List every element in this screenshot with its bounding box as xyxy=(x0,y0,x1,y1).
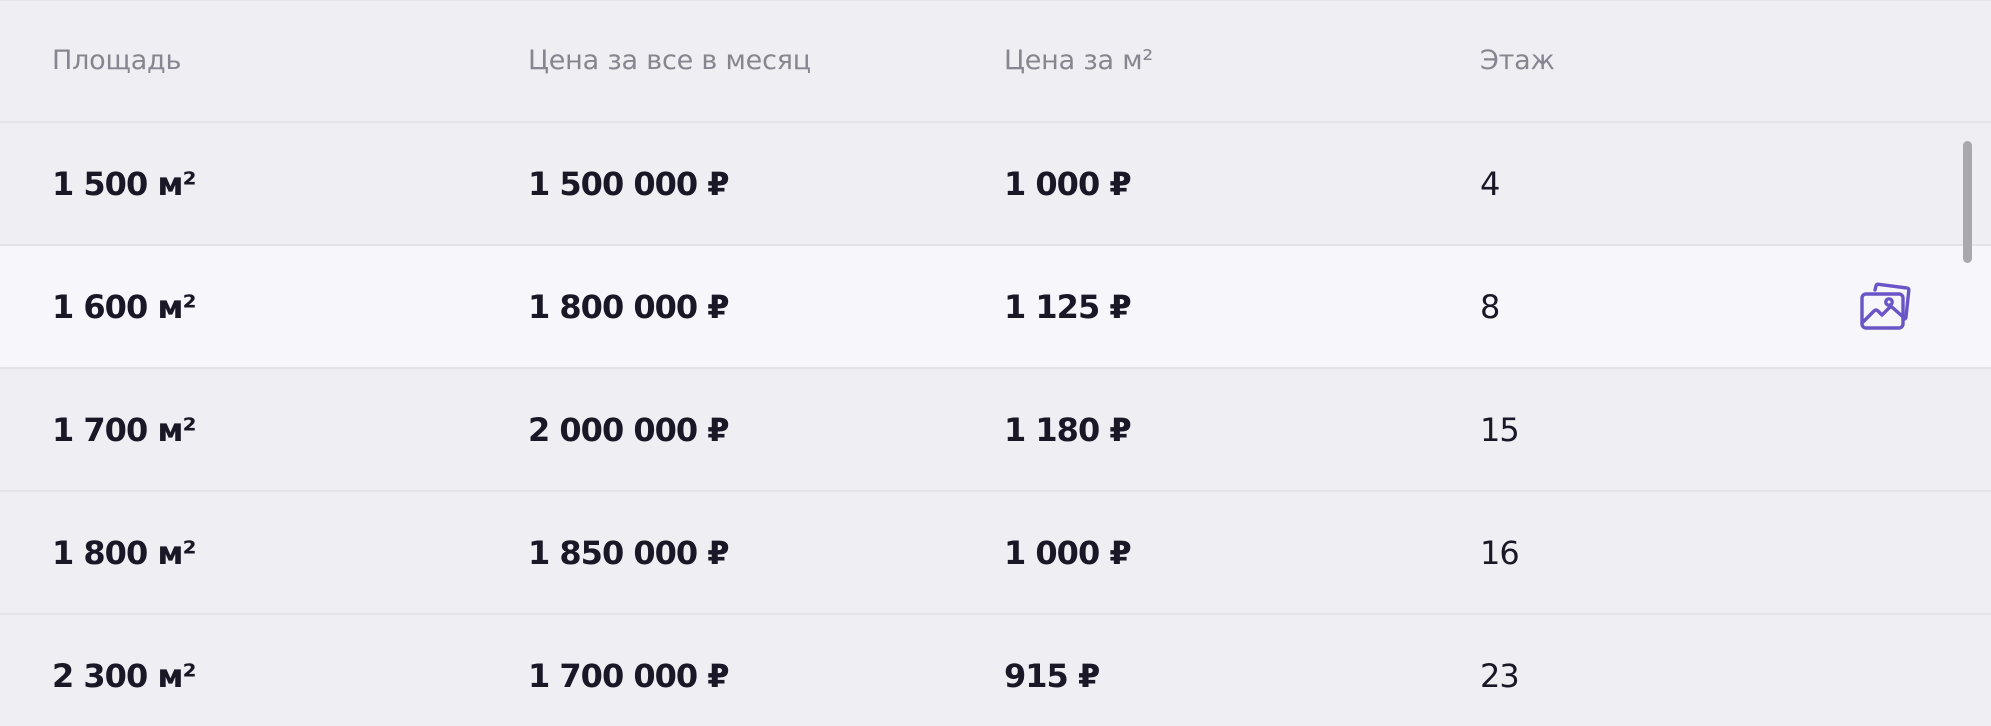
column-header-area[interactable]: Площадь xyxy=(52,45,181,76)
cell-price-month: 1 700 000 ₽ xyxy=(528,657,730,695)
offers-table: Площадь Цена за все в месяц Цена за м² Э… xyxy=(0,0,1991,726)
cell-price-m2: 1 000 ₽ xyxy=(1004,165,1132,203)
cell-area: 1 500 м² xyxy=(52,165,197,203)
vertical-scrollbar[interactable] xyxy=(1963,141,1972,263)
cell-price-m2: 1 125 ₽ xyxy=(1004,288,1132,326)
column-header-price-month[interactable]: Цена за все в месяц xyxy=(528,45,811,76)
cell-floor: 16 xyxy=(1480,534,1520,572)
table-row[interactable]: 1 700 м² 2 000 000 ₽ 1 180 ₽ 15 xyxy=(0,369,1991,492)
cell-price-month: 1 800 000 ₽ xyxy=(528,288,730,326)
photo-gallery-icon[interactable] xyxy=(1858,282,1914,332)
table-header: Площадь Цена за все в месяц Цена за м² Э… xyxy=(0,1,1991,123)
cell-area: 1 600 м² xyxy=(52,288,197,326)
cell-price-m2: 915 ₽ xyxy=(1004,657,1100,695)
cell-price-m2: 1 180 ₽ xyxy=(1004,411,1132,449)
cell-area: 1 700 м² xyxy=(52,411,197,449)
table-row[interactable]: 1 800 м² 1 850 000 ₽ 1 000 ₽ 16 xyxy=(0,492,1991,615)
cell-price-month: 1 500 000 ₽ xyxy=(528,165,730,203)
cell-area: 1 800 м² xyxy=(52,534,197,572)
column-header-floor[interactable]: Этаж xyxy=(1480,45,1555,76)
cell-floor: 15 xyxy=(1480,411,1520,449)
cell-area: 2 300 м² xyxy=(52,657,197,695)
table-row-hovered[interactable]: 1 600 м² 1 800 000 ₽ 1 125 ₽ 8 xyxy=(0,246,1991,369)
cell-price-month: 1 850 000 ₽ xyxy=(528,534,730,572)
table-row[interactable]: 1 500 м² 1 500 000 ₽ 1 000 ₽ 4 xyxy=(0,123,1991,246)
table-row[interactable]: 2 300 м² 1 700 000 ₽ 915 ₽ 23 xyxy=(0,615,1991,726)
cell-floor: 4 xyxy=(1480,165,1500,203)
cell-price-month: 2 000 000 ₽ xyxy=(528,411,730,449)
cell-floor: 8 xyxy=(1480,288,1500,326)
cell-floor: 23 xyxy=(1480,657,1520,695)
cell-price-m2: 1 000 ₽ xyxy=(1004,534,1132,572)
column-header-price-m2[interactable]: Цена за м² xyxy=(1004,45,1153,76)
